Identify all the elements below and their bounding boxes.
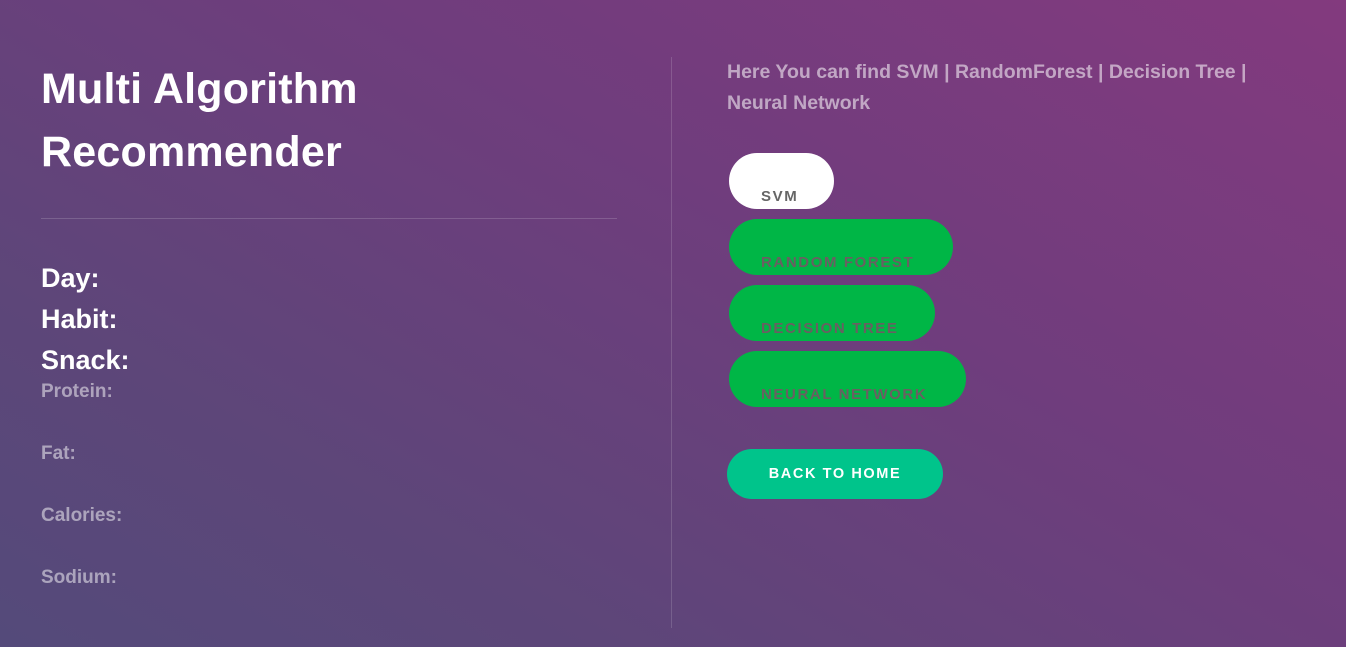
svm-button-label: SVM <box>761 188 799 205</box>
vertical-divider <box>671 57 672 628</box>
decision-tree-button-label: DECISION TREE <box>761 320 899 337</box>
sodium-label: Sodium: <box>41 567 117 588</box>
recommendation-info: Day: Habit: Snack: Protein: Fat: Calorie… <box>41 258 130 629</box>
neural-network-button-label: NEURAL NETWORK <box>761 386 928 403</box>
day-label: Day: <box>41 263 100 293</box>
back-to-home-button[interactable]: BACK TO HOME <box>727 449 943 499</box>
page-title-line-2: Recommender <box>41 128 342 176</box>
random-forest-button[interactable]: RANDOM FOREST <box>729 219 953 275</box>
header-section: Multi Algorithm Recommender <box>41 58 617 184</box>
decision-tree-button[interactable]: DECISION TREE <box>729 285 935 341</box>
fat-label: Fat: <box>41 443 76 464</box>
algorithm-description: Here You can find SVM | RandomForest | D… <box>727 61 1247 114</box>
section-divider <box>41 218 617 219</box>
page-title-line-1: Multi Algorithm <box>41 65 358 113</box>
protein-label: Protein: <box>41 381 113 402</box>
habit-label: Habit: <box>41 304 118 334</box>
neural-network-button[interactable]: NEURAL NETWORK <box>729 351 966 407</box>
random-forest-button-label: RANDOM FOREST <box>761 254 915 271</box>
page-title: Multi Algorithm Recommender <box>41 58 617 184</box>
calories-label: Calories: <box>41 505 123 526</box>
svm-button[interactable]: SVM <box>729 153 834 209</box>
snack-label: Snack: <box>41 345 130 375</box>
